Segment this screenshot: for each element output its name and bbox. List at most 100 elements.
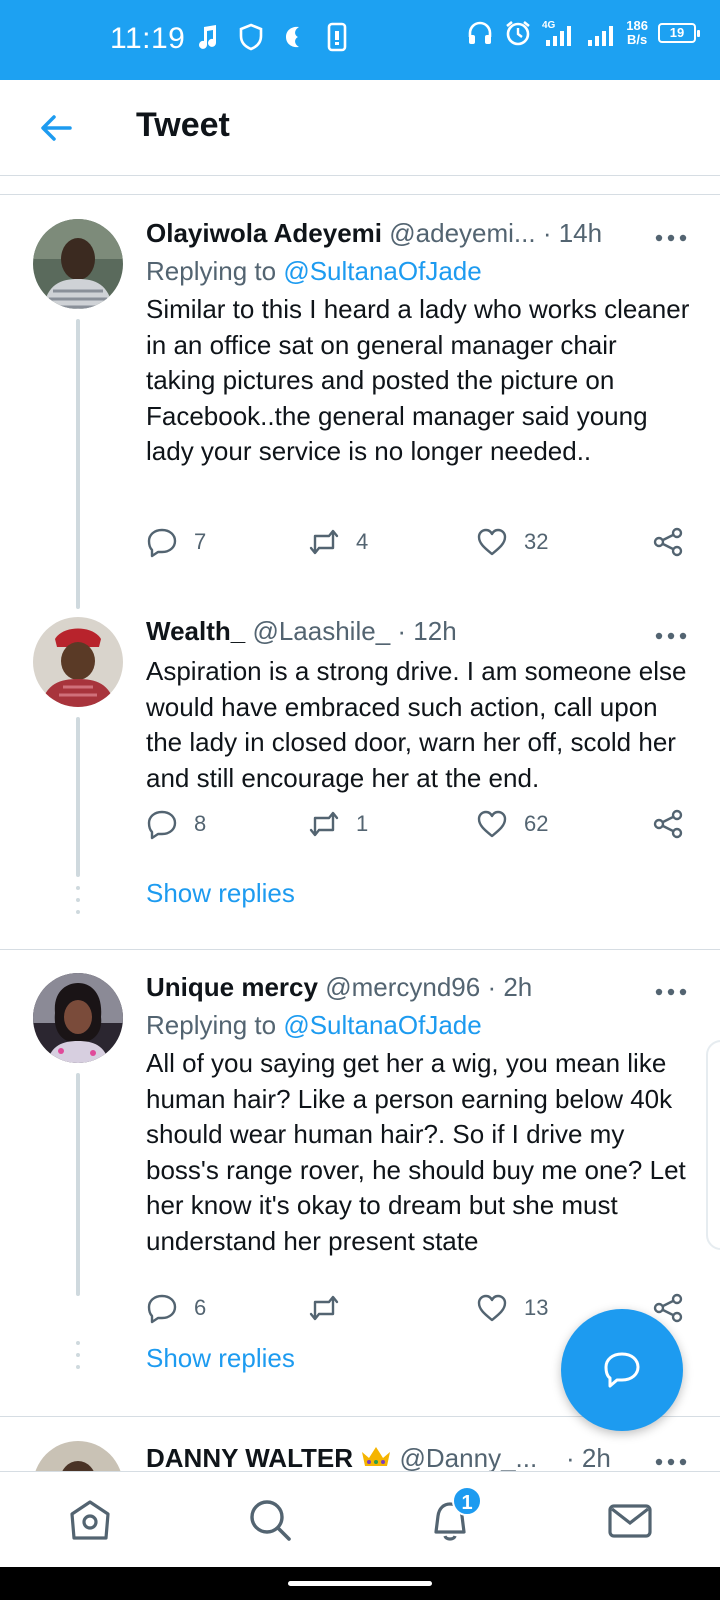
share-icon (653, 527, 683, 557)
reply-bubble-icon (604, 1352, 640, 1388)
retweet-icon (309, 1295, 339, 1321)
more-options-icon[interactable] (654, 629, 688, 643)
signal-icon (588, 26, 614, 46)
music-note-icon (199, 25, 216, 49)
retweet-count: 1 (356, 811, 369, 836)
tweet-2[interactable]: Wealth_ @Laashile_ · 12h Aspiration is a… (0, 604, 720, 949)
svg-text:4G: 4G (542, 20, 556, 31)
show-replies-link[interactable]: Show replies (146, 878, 295, 909)
avatar[interactable] (33, 1441, 123, 1471)
thread-line (76, 1073, 80, 1296)
tweet-1[interactable]: Olayiwola Adeyemi @adeyemi... · 14h Repl… (0, 194, 720, 609)
share-button[interactable] (652, 806, 684, 842)
more-options-icon[interactable] (654, 1455, 688, 1469)
reply-count: 6 (194, 1295, 207, 1320)
like-count: 62 (524, 811, 549, 836)
tweet-author-line: DANNY WALTER @Danny_... (146, 1443, 600, 1471)
retweet-count: 4 (356, 529, 369, 554)
scroll-handle[interactable] (706, 1040, 720, 1250)
retweet-button[interactable] (308, 1290, 356, 1326)
tweet-header: Tweet (0, 80, 720, 176)
replying-to: Replying to @SultanaOfJade (146, 256, 482, 286)
replying-to: Replying to @SultanaOfJade (146, 1010, 482, 1040)
more-options-icon[interactable] (654, 231, 688, 245)
thread-line (76, 319, 80, 609)
reply-button[interactable]: 7 (146, 524, 206, 560)
author-name[interactable]: Olayiwola Adeyemi (146, 218, 382, 248)
home-icon[interactable] (64, 1494, 116, 1546)
share-icon (653, 809, 683, 839)
reply-icon (147, 528, 177, 558)
author-handle[interactable]: @mercynd96 (325, 972, 480, 1002)
signal-4g-icon: 4G (542, 20, 572, 46)
tweet-author-line: Olayiwola Adeyemi @adeyemi... · 14h (146, 218, 680, 252)
home-indicator[interactable] (288, 1581, 432, 1586)
tweet-author-line: Unique mercy @mercynd96 · 2h (146, 972, 680, 1006)
heart-icon (477, 810, 507, 838)
bottom-navigation (0, 1471, 720, 1567)
reply-count: 8 (194, 811, 207, 836)
author-handle[interactable]: @adeyemi... (389, 218, 535, 248)
replying-to-handle[interactable]: @SultanaOfJade (283, 256, 481, 286)
like-count: 13 (524, 1295, 549, 1320)
tweet-time: · 2h (487, 972, 533, 1002)
avatar[interactable] (33, 219, 123, 309)
avatar[interactable] (33, 973, 123, 1063)
messages-icon[interactable] (604, 1494, 656, 1546)
status-bar: 11:19 4G 186 B/s 19 (0, 0, 720, 80)
like-count: 32 (524, 529, 549, 554)
alarm-icon (506, 20, 531, 46)
battery-indicator: 19 (658, 23, 700, 43)
search-icon[interactable] (244, 1494, 296, 1546)
status-right-icons: 4G 186 B/s 19 (466, 18, 700, 48)
heart-icon (477, 528, 507, 556)
tweet-text: All of you saying get her a wig, you mea… (146, 1048, 686, 1256)
like-button[interactable]: 62 (476, 806, 548, 842)
avatar[interactable] (33, 617, 123, 707)
thread-dots (76, 1341, 80, 1377)
show-replies-link[interactable]: Show replies (146, 1343, 295, 1374)
thread-line (76, 717, 80, 877)
net-speed: 186 B/s (626, 18, 648, 47)
reply-button[interactable]: 8 (146, 806, 206, 842)
author-name[interactable]: Unique mercy (146, 972, 318, 1002)
author-handle[interactable]: @Laashile_ (252, 616, 390, 646)
tweet-time: · 12h (397, 616, 457, 646)
tweet-text: Similar to this I heard a lady who works… (146, 294, 690, 466)
tweet-author-line: Wealth_ @Laashile_ · 12h (146, 616, 680, 650)
vpn-icon (286, 26, 299, 48)
like-button[interactable]: 32 (476, 524, 548, 560)
page-title: Tweet (136, 106, 230, 144)
like-button[interactable]: 13 (476, 1290, 548, 1326)
reply-count: 7 (194, 529, 207, 554)
tweet-text: Aspiration is a strong drive. I am someo… (146, 656, 687, 793)
share-button[interactable] (652, 524, 684, 560)
tweet-actions: 8 1 62 (146, 806, 686, 842)
notification-badge: 1 (452, 1486, 482, 1516)
tweet-actions: 7 4 32 (146, 524, 686, 560)
shield-icon (239, 23, 263, 51)
gesture-bar (0, 1567, 720, 1600)
headphones-icon (468, 21, 492, 44)
crown-emoji-icon (362, 1447, 391, 1466)
thread-dots (76, 886, 80, 922)
replying-to-handle[interactable]: @SultanaOfJade (283, 1010, 481, 1040)
retweet-button[interactable]: 4 (308, 524, 368, 560)
reply-button[interactable]: 6 (146, 1290, 206, 1326)
author-name[interactable]: Wealth_ (146, 616, 245, 646)
back-arrow-icon[interactable] (36, 108, 76, 148)
tweet-time: · 2h (566, 1443, 611, 1471)
heart-icon (477, 1294, 507, 1322)
phone-clone-icon (327, 22, 347, 52)
reply-icon (147, 810, 177, 840)
author-name[interactable]: DANNY WALTER (146, 1443, 353, 1471)
retweet-icon (309, 811, 339, 837)
compose-reply-button[interactable] (561, 1309, 683, 1431)
status-left-icons (196, 22, 348, 52)
retweet-button[interactable]: 1 (308, 806, 368, 842)
retweet-icon (309, 529, 339, 555)
author-handle[interactable]: @Danny_... (400, 1443, 538, 1471)
status-time: 11:19 (110, 22, 186, 55)
reply-icon (147, 1294, 177, 1324)
more-options-icon[interactable] (654, 985, 688, 999)
